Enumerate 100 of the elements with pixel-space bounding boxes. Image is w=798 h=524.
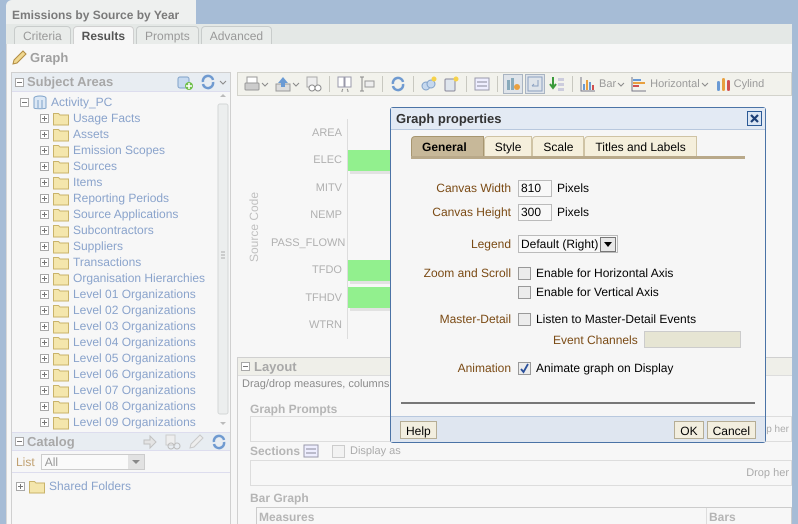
tab[interactable]: Criteria bbox=[14, 26, 71, 44]
folder-icon bbox=[53, 366, 69, 382]
expand-toggle[interactable] bbox=[40, 338, 49, 346]
expand-toggle[interactable] bbox=[40, 370, 49, 378]
tree-item[interactable]: Level 05 Organizations bbox=[73, 349, 196, 367]
unit-label: Pixels bbox=[557, 180, 590, 197]
expand-toggle[interactable] bbox=[40, 274, 49, 282]
dialog-button[interactable]: Cancel bbox=[706, 420, 756, 438]
pencil-icon bbox=[11, 50, 27, 66]
input-field[interactable] bbox=[644, 331, 741, 348]
expand-toggle[interactable] bbox=[40, 226, 49, 234]
folder-icon bbox=[53, 286, 69, 302]
checkbox[interactable] bbox=[518, 267, 531, 280]
panel-title: Subject Areas bbox=[27, 73, 114, 92]
folder-icon bbox=[53, 222, 69, 238]
collapse-toggle[interactable] bbox=[15, 78, 24, 86]
category-label: PASS_FLOWN bbox=[271, 236, 346, 250]
tree-item[interactable]: Suppliers bbox=[73, 237, 124, 255]
expand-toggle[interactable] bbox=[40, 146, 49, 154]
checkbox-label: Animate graph on Display bbox=[536, 360, 674, 377]
tree-item[interactable]: Level 09 Organizations bbox=[73, 413, 196, 431]
category-label: TFDO bbox=[311, 263, 343, 278]
expand-toggle[interactable] bbox=[40, 162, 49, 170]
dialog-button[interactable]: Help bbox=[400, 420, 437, 438]
folder-icon bbox=[53, 398, 69, 414]
tab[interactable]: Results bbox=[72, 26, 134, 44]
add-icon[interactable] bbox=[177, 74, 193, 90]
tree-item[interactable]: Organisation Hierarchies bbox=[73, 269, 206, 287]
tree-item[interactable]: Level 02 Organizations bbox=[73, 301, 196, 319]
input-field[interactable]: 810 bbox=[518, 180, 552, 196]
toolbar-button[interactable]: Cylind bbox=[712, 74, 766, 94]
refresh-icon bbox=[390, 76, 406, 92]
tree-item[interactable]: Reporting Periods bbox=[73, 189, 170, 207]
tree-item[interactable]: Level 04 Organizations bbox=[73, 333, 196, 351]
tree-item[interactable]: Level 07 Organizations bbox=[73, 381, 196, 399]
dialog-title: Graph properties bbox=[396, 110, 502, 128]
upload-icon bbox=[275, 76, 291, 92]
legend-select[interactable]: Default (Right) bbox=[518, 235, 618, 253]
tree-item[interactable]: Activity_PC bbox=[51, 93, 112, 111]
refresh-icon[interactable] bbox=[200, 74, 216, 90]
tree-item[interactable]: Items bbox=[73, 173, 102, 191]
tree-item[interactable]: Sources bbox=[73, 157, 118, 175]
cylinder-chart-icon bbox=[714, 76, 731, 92]
tab[interactable]: General bbox=[411, 136, 484, 156]
checkbox[interactable] bbox=[518, 362, 531, 375]
checkbox[interactable] bbox=[332, 444, 346, 458]
expand-toggle[interactable] bbox=[40, 178, 49, 186]
panel-title: Catalog bbox=[27, 432, 76, 451]
expand-toggle[interactable] bbox=[20, 98, 29, 106]
tab[interactable]: Advanced bbox=[200, 26, 272, 44]
expand-toggle[interactable] bbox=[40, 210, 49, 218]
toolbar-button[interactable] bbox=[357, 74, 377, 94]
input-field[interactable]: 300 bbox=[518, 204, 552, 220]
tree-item[interactable]: Subcontractors bbox=[73, 221, 154, 239]
drop-hint: Drop her bbox=[746, 466, 789, 481]
field-label: Master-Detail bbox=[438, 311, 512, 327]
tab[interactable]: Style bbox=[484, 136, 532, 156]
checkbox-label: Display as bbox=[350, 444, 401, 459]
toolbar-button[interactable]: Horizontal bbox=[629, 74, 711, 94]
expand-toggle[interactable] bbox=[40, 354, 49, 362]
tree-item[interactable]: Assets bbox=[73, 125, 110, 143]
expand-toggle[interactable] bbox=[40, 402, 49, 410]
expand-toggle[interactable] bbox=[16, 482, 25, 490]
tab[interactable]: Scale bbox=[532, 136, 584, 156]
tree-item[interactable]: Shared Folders bbox=[49, 477, 132, 495]
tab[interactable]: Prompts bbox=[136, 26, 199, 44]
close-icon[interactable] bbox=[747, 111, 762, 126]
expand-toggle[interactable] bbox=[40, 114, 49, 122]
list-select[interactable]: All bbox=[40, 454, 145, 470]
folder-icon bbox=[53, 158, 69, 174]
expand-toggle[interactable] bbox=[40, 130, 49, 138]
collapse-toggle[interactable] bbox=[15, 437, 24, 446]
expand-toggle[interactable] bbox=[40, 290, 49, 298]
expand-toggle[interactable] bbox=[40, 418, 49, 426]
tree-item[interactable]: Level 08 Organizations bbox=[73, 397, 196, 415]
expand-toggle[interactable] bbox=[40, 386, 49, 394]
tree-item[interactable]: Level 06 Organizations bbox=[73, 365, 196, 383]
checkbox[interactable] bbox=[518, 313, 531, 326]
toolbar-button[interactable]: Bar bbox=[578, 74, 628, 94]
checkbox[interactable] bbox=[518, 286, 531, 299]
refresh-icon[interactable] bbox=[211, 434, 227, 450]
tree-item[interactable]: Source Applications bbox=[73, 205, 178, 223]
caret-icon[interactable] bbox=[219, 79, 227, 85]
tree-item[interactable]: Transactions bbox=[73, 253, 142, 271]
expand-toggle[interactable] bbox=[40, 194, 49, 202]
expand-toggle[interactable] bbox=[40, 242, 49, 250]
tree-item[interactable]: Level 01 Organizations bbox=[73, 285, 196, 303]
field-label: Zoom and Scroll bbox=[422, 265, 512, 281]
collapse-toggle[interactable] bbox=[241, 362, 250, 371]
tree-item[interactable]: Level 03 Organizations bbox=[73, 317, 196, 335]
field-label: Canvas Height bbox=[431, 204, 512, 221]
tree-item[interactable]: Emission Scopes bbox=[73, 141, 166, 159]
expand-toggle[interactable] bbox=[40, 306, 49, 314]
tab[interactable]: Titles and Labels bbox=[584, 136, 697, 156]
expand-toggle[interactable] bbox=[40, 258, 49, 266]
dialog-button[interactable]: OK bbox=[674, 420, 704, 438]
expand-toggle[interactable] bbox=[40, 322, 49, 330]
toolbar-button[interactable] bbox=[304, 74, 324, 94]
tree-item[interactable]: Usage Facts bbox=[73, 109, 140, 127]
toolbar-button[interactable] bbox=[547, 74, 567, 94]
